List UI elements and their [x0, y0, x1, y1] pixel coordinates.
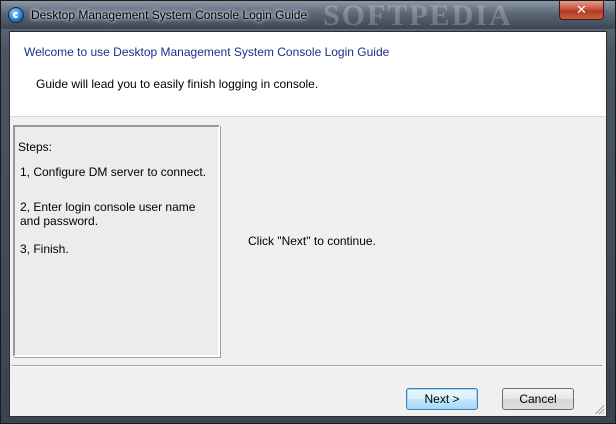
step-item: 3, Finish. [20, 242, 69, 256]
steps-panel: Steps: 1, Configure DM server to connect… [13, 125, 220, 357]
close-icon: ✕ [576, 2, 587, 17]
resize-grip-icon[interactable] [594, 404, 604, 414]
login-guide-window: Desktop Management System Console Login … [0, 0, 616, 424]
footer-divider [12, 365, 602, 367]
app-logo-icon [8, 7, 24, 23]
window-title: Desktop Management System Console Login … [31, 8, 308, 22]
dialog-body: Welcome to use Desktop Management System… [9, 31, 607, 417]
steps-title: Steps: [18, 140, 53, 154]
close-button[interactable]: ✕ [559, 1, 604, 20]
softpedia-watermark: SOFTPEDIA [323, 0, 513, 32]
continue-message: Click "Next" to continue. [248, 234, 376, 248]
title-bar[interactable]: Desktop Management System Console Login … [1, 1, 615, 32]
cancel-button[interactable]: Cancel [502, 388, 574, 410]
step-item: 1, Configure DM server to connect. [20, 165, 207, 179]
wizard-title: Welcome to use Desktop Management System… [24, 45, 390, 59]
step-item: 2, Enter login console user name and pas… [20, 200, 196, 228]
wizard-header: Welcome to use Desktop Management System… [10, 32, 606, 117]
wizard-subtitle: Guide will lead you to easily finish log… [36, 77, 319, 91]
next-button[interactable]: Next > [406, 388, 478, 410]
